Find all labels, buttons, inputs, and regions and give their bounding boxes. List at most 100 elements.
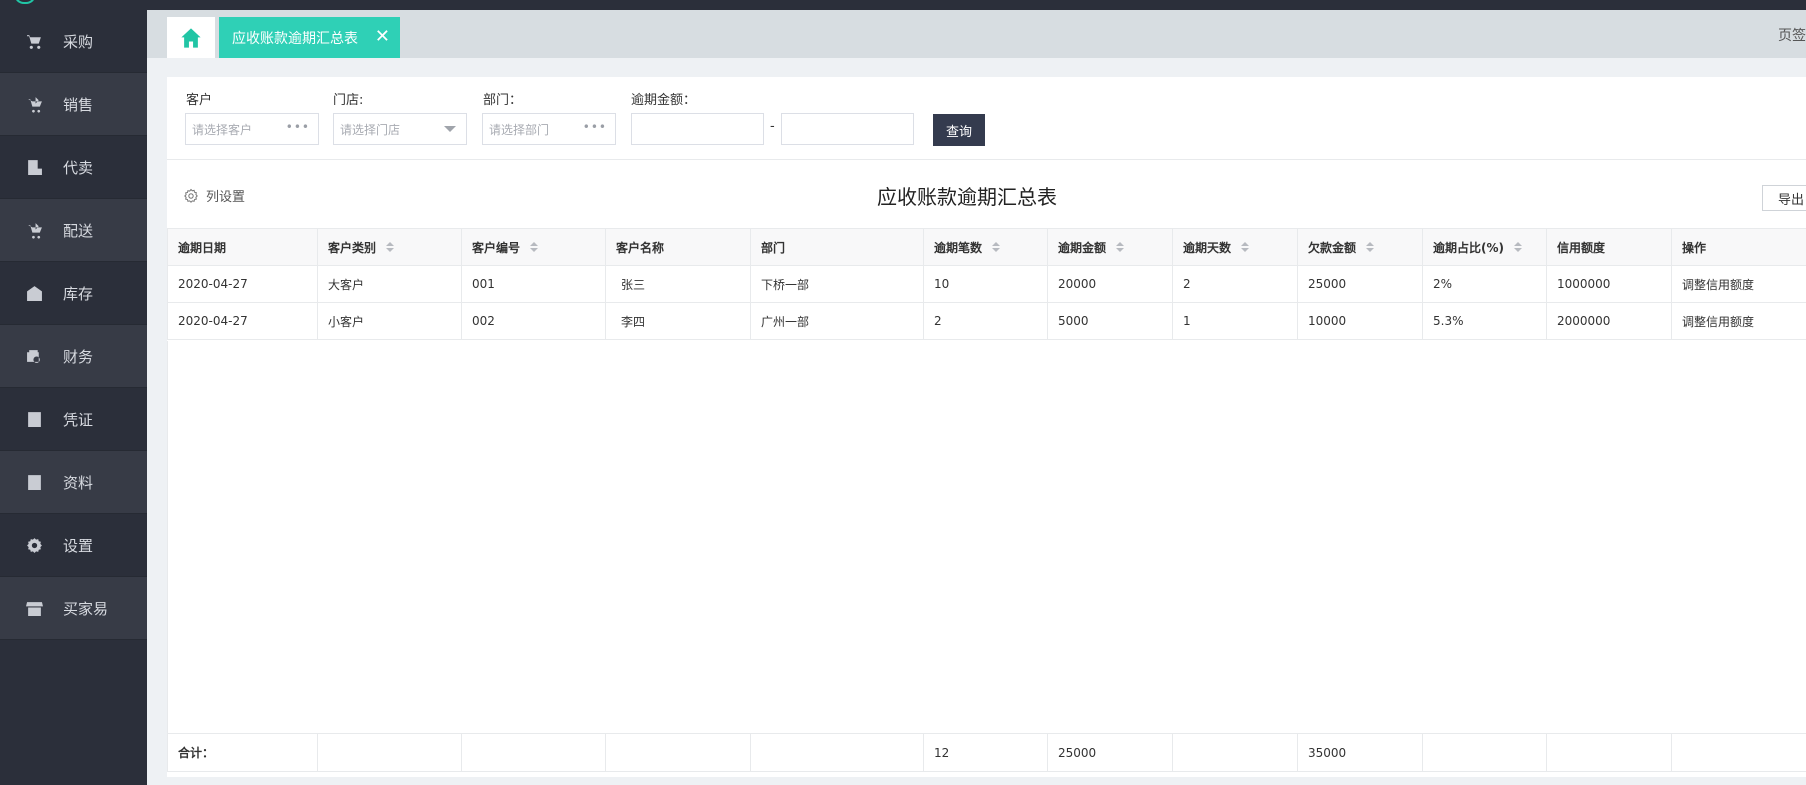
adjust-credit-link[interactable]: 调整信用额度 [1671,302,1806,340]
warehouse-icon [26,285,43,302]
tab-bar: 应收账款逾期汇总表 ✕ 页签 [147,10,1806,58]
cell-dept: 下桥一部 [750,265,924,303]
sidebar-item-consign[interactable]: 代卖 [0,136,147,199]
sidebar-item-label: 财务 [63,347,94,366]
report-toolbar: 列设置 应收账款逾期汇总表 导出 [167,160,1806,228]
amount-min-input[interactable] [631,113,764,145]
overdue-table: 逾期日期 客户类别 客户编号 客户名称 部门 逾期笔数 逾期金额 逾期天数 欠款… [167,228,1806,340]
more-icon[interactable]: ••• [286,120,310,134]
cell-debt: 10000 [1297,302,1423,340]
cell-days: 1 [1172,302,1298,340]
logo-icon [14,0,36,4]
column-header[interactable]: 欠款金额 [1297,228,1423,266]
sidebar-item-label: 采购 [63,32,94,51]
table-row[interactable]: 2020-04-27 小客户 002 李四 广州一部 2 5000 1 1000… [167,302,1806,340]
cell-ratio: 5.3% [1422,302,1547,340]
table-row[interactable]: 2020-04-27 大客户 001 张三 下桥一部 10 20000 2 25… [167,265,1806,303]
store-icon [26,600,43,617]
sidebar-item-buyer[interactable]: 买家易 [0,577,147,640]
totals-empty-cell [1546,733,1672,772]
cell-count: 2 [923,302,1048,340]
sidebar-item-label: 资料 [63,473,94,492]
top-strip [0,0,1806,10]
amount-max-input[interactable] [781,113,914,145]
sidebar-item-finance[interactable]: 财务 [0,325,147,388]
sidebar-item-settings[interactable]: 设置 [0,514,147,577]
voucher-icon [26,411,43,428]
sort-icon[interactable] [1366,242,1375,254]
sidebar-item-voucher[interactable]: 凭证 [0,388,147,451]
sidebar-item-label: 库存 [63,284,94,303]
store-select[interactable]: 请选择门店 [333,113,467,145]
cell-amount: 20000 [1047,265,1173,303]
totals-empty-cell [605,733,751,772]
totals-empty-cell [317,733,462,772]
cell-credit: 1000000 [1546,265,1672,303]
column-header: 客户名称 [605,228,751,266]
range-separator: - [770,119,775,134]
totals-empty-cell [750,733,924,772]
sort-icon[interactable] [530,242,539,254]
dept-select[interactable]: 请选择部门 ••• [482,113,616,145]
sidebar-item-label: 配送 [63,221,94,240]
column-settings-button[interactable]: 列设置 [183,186,245,205]
sort-icon[interactable] [1241,242,1250,254]
column-header[interactable]: 逾期金额 [1047,228,1173,266]
gear-icon [184,188,198,203]
sidebar-item-data[interactable]: 资料 [0,451,147,514]
cell-dept: 广州一部 [750,302,924,340]
data-icon [26,474,43,491]
finance-icon [26,348,43,365]
report-title: 应收账款逾期汇总表 [877,185,1057,209]
tab-menu-label[interactable]: 页签 [1778,25,1806,45]
column-header[interactable]: 逾期天数 [1172,228,1298,266]
sidebar-item-sales[interactable]: 销售 [0,73,147,136]
more-icon[interactable]: ••• [583,120,607,134]
tab-home[interactable] [167,17,215,58]
sidebar-item-purchase[interactable]: 采购 [0,10,147,73]
sidebar: 采购 销售 代卖 配送 库存 财务 凭证 资料 设置 买家易 [0,10,147,785]
column-header: 逾期日期 [167,228,318,266]
cell-customer-code: 001 [461,265,606,303]
totals-row: 合计： 12 25000 35000 [167,733,1806,772]
cell-customer-code: 002 [461,302,606,340]
cell-customer-name: 张三 [605,265,751,303]
store-placeholder: 请选择门店 [340,122,401,137]
column-header[interactable]: 客户类别 [317,228,462,266]
cell-customer-type: 大客户 [317,265,462,303]
column-header: 部门 [750,228,924,266]
tab-label: 应收账款逾期汇总表 [232,30,358,47]
column-header[interactable]: 逾期占比(%) [1422,228,1547,266]
cell-amount: 5000 [1047,302,1173,340]
tab-overdue-summary[interactable]: 应收账款逾期汇总表 ✕ [219,17,400,58]
sidebar-item-delivery[interactable]: 配送 [0,199,147,262]
store-label: 门店: [333,93,364,108]
export-button[interactable]: 导出 [1762,185,1806,211]
customer-label: 客户 [186,93,213,108]
sidebar-item-label: 凭证 [63,410,94,429]
sort-icon[interactable] [992,242,1001,254]
sidebar-item-label: 设置 [63,536,94,555]
consign-icon [26,159,43,176]
totals-debt: 35000 [1297,733,1423,772]
totals-empty-cell [1422,733,1547,772]
query-button[interactable]: 查询 [933,114,985,146]
column-header[interactable]: 逾期笔数 [923,228,1048,266]
column-header: 信用额度 [1546,228,1672,266]
column-header[interactable]: 客户编号 [461,228,606,266]
sort-icon[interactable] [386,242,395,254]
sidebar-item-inventory[interactable]: 库存 [0,262,147,325]
customer-select[interactable]: 请选择客户 ••• [185,113,319,145]
cell-customer-type: 小客户 [317,302,462,340]
cell-debt: 25000 [1297,265,1423,303]
home-icon [181,27,201,48]
filter-bar: 客户 请选择客户 ••• 门店: 请选择门店 部门： 请选择部门 ••• 逾期金… [167,77,1806,160]
column-settings-label: 列设置 [206,190,246,205]
sidebar-item-label: 销售 [63,95,94,114]
sort-icon[interactable] [1116,242,1125,254]
sort-icon[interactable] [1514,242,1522,254]
sidebar-item-label: 代卖 [63,158,94,177]
adjust-credit-link[interactable]: 调整信用额度 [1671,265,1806,303]
close-icon[interactable]: ✕ [375,28,390,46]
totals-label: 合计： [167,733,318,772]
